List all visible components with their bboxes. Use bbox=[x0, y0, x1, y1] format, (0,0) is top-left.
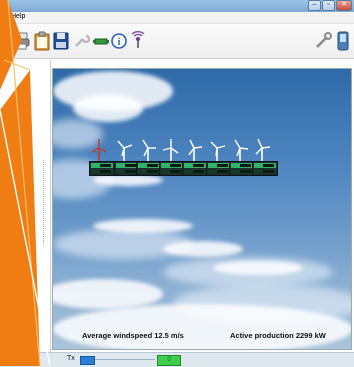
turbine-icon-3[interactable] bbox=[139, 138, 157, 162]
toolbar: i bbox=[0, 24, 354, 59]
turbine-icon-6[interactable] bbox=[208, 138, 226, 162]
menu-bar: Help bbox=[0, 12, 354, 24]
wrench-disabled-icon[interactable] bbox=[72, 31, 90, 51]
tools-icon[interactable] bbox=[314, 31, 332, 51]
turbine-icon-4[interactable] bbox=[162, 138, 180, 162]
save-icon[interactable] bbox=[52, 31, 70, 51]
splitter[interactable] bbox=[43, 160, 44, 245]
printer-icon[interactable] bbox=[12, 31, 30, 51]
status-divider bbox=[95, 359, 155, 360]
cloud bbox=[53, 279, 163, 309]
minimize-button[interactable]: – bbox=[308, 0, 321, 11]
svg-text:i: i bbox=[118, 37, 121, 48]
cloud bbox=[73, 94, 143, 122]
active-production-text: Active production 2299 kW bbox=[230, 331, 326, 340]
wind-farm-view bbox=[52, 68, 352, 350]
signal-icon[interactable] bbox=[129, 31, 147, 51]
tx-label: Tx bbox=[67, 355, 75, 362]
close-button[interactable]: ✕ bbox=[336, 0, 352, 11]
turbine-icon-8[interactable] bbox=[253, 138, 271, 162]
cloud bbox=[213, 261, 303, 275]
info-icon[interactable]: i bbox=[110, 31, 128, 51]
status-bar: Tx 0 bbox=[0, 352, 354, 367]
average-windspeed-text: Average windspeed 12.5 m/s bbox=[82, 331, 184, 340]
turbine-icon-5[interactable] bbox=[185, 138, 203, 162]
window-controls: – ▫ ✕ bbox=[308, 0, 352, 11]
rx-indicator: 0 bbox=[157, 355, 181, 366]
cloud bbox=[53, 304, 351, 349]
plug-icon[interactable] bbox=[92, 31, 110, 51]
turbine-readout-5[interactable] bbox=[182, 161, 208, 176]
cloud bbox=[163, 241, 243, 257]
turbine-icon-2[interactable] bbox=[115, 138, 133, 162]
turbine-icon-1[interactable] bbox=[90, 138, 108, 162]
clipboard-icon[interactable] bbox=[33, 31, 51, 51]
device-icon[interactable] bbox=[334, 31, 352, 51]
turbine-readout-1[interactable] bbox=[89, 161, 115, 176]
cloud bbox=[93, 219, 193, 233]
tx-indicator bbox=[80, 356, 95, 365]
maximize-button[interactable]: ▫ bbox=[322, 0, 335, 11]
turbine-icon-7[interactable] bbox=[231, 138, 249, 162]
menu-help[interactable]: Help bbox=[11, 13, 25, 20]
turbine-readout-8[interactable] bbox=[252, 161, 278, 176]
